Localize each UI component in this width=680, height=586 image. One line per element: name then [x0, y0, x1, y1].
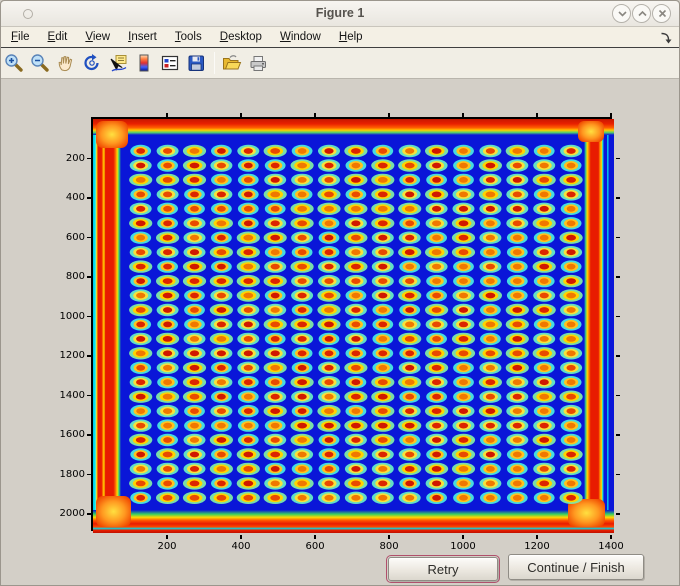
insert-legend-button[interactable] — [159, 50, 181, 76]
y-tick-label: 800 — [65, 271, 85, 283]
dock-figure-arrow-icon[interactable] — [659, 31, 672, 44]
x-tick-label: 1000 — [450, 541, 476, 552]
x-tick-bottom — [462, 535, 464, 539]
y-tick-label: 1400 — [59, 389, 85, 401]
retry-button[interactable]: Retry — [386, 555, 500, 583]
menu-tools[interactable]: Tools — [175, 31, 202, 43]
x-tick-bottom — [240, 535, 242, 539]
y-tick-label: 1800 — [59, 468, 85, 480]
y-tick-label: 1000 — [59, 310, 85, 322]
y-tick-right — [616, 513, 620, 515]
zoom-out-button[interactable] — [29, 50, 51, 76]
x-tick-bottom — [166, 535, 168, 539]
y-tick-left — [87, 197, 91, 199]
x-tick-top — [388, 113, 390, 117]
insert-colorbar-button[interactable] — [133, 50, 155, 76]
y-tick-label: 1600 — [59, 429, 85, 441]
toolbar — [1, 48, 679, 79]
toolbar-separator — [214, 52, 215, 74]
y-tick-left — [87, 434, 91, 436]
y-tick-right — [616, 276, 620, 278]
data-cursor-icon — [110, 55, 127, 72]
x-tick-label: 600 — [305, 541, 325, 552]
x-tick-label: 200 — [157, 541, 177, 552]
titlebar[interactable]: Figure 1 — [1, 1, 679, 27]
save-figure-button[interactable] — [185, 50, 207, 76]
y-tick-right — [616, 394, 620, 397]
close-button[interactable] — [652, 4, 671, 23]
menu-help[interactable]: Help — [339, 31, 363, 43]
microarray-image — [93, 119, 614, 533]
hand-pan-icon — [58, 56, 73, 72]
open-folder-icon — [223, 55, 242, 70]
x-tick-label: 800 — [379, 541, 399, 552]
y-tick-left — [87, 355, 91, 357]
printer-icon — [250, 56, 266, 71]
y-tick-label: 600 — [65, 231, 85, 243]
x-tick-label: 1200 — [524, 541, 550, 552]
open-file-button[interactable] — [221, 50, 243, 76]
y-tick-right — [616, 157, 620, 160]
plot-area[interactable] — [91, 117, 614, 533]
x-tick-top — [240, 113, 242, 117]
y-tick-left — [87, 473, 91, 476]
menubar: File Edit View Insert Tools Desktop Wind… — [1, 27, 679, 48]
y-tick-right — [616, 197, 620, 199]
y-tick-left — [87, 315, 91, 318]
zoom-out-icon — [31, 54, 49, 72]
x-tick-bottom — [610, 535, 612, 539]
close-icon — [658, 9, 667, 18]
chevron-down-icon — [618, 11, 627, 17]
minimize-button[interactable] — [612, 4, 631, 23]
x-tick-label: 1400 — [598, 541, 624, 552]
rotate-3d-icon — [84, 54, 99, 71]
y-tick-left — [87, 276, 91, 278]
legend-icon — [161, 55, 179, 71]
chevron-up-icon — [638, 10, 647, 17]
maximize-button[interactable] — [632, 4, 651, 23]
save-floppy-icon — [188, 55, 204, 71]
zoom-in-button[interactable] — [3, 50, 25, 76]
x-tick-top — [610, 113, 612, 117]
y-tick-label: 400 — [65, 192, 85, 204]
x-tick-top — [536, 113, 538, 117]
y-tick-right — [616, 473, 620, 476]
y-tick-left — [87, 513, 91, 515]
x-tick-bottom — [314, 535, 316, 539]
y-tick-right — [616, 434, 620, 436]
y-tick-right — [616, 355, 620, 357]
pan-button[interactable] — [55, 50, 77, 76]
x-tick-top — [462, 113, 464, 117]
y-tick-label: 1200 — [59, 350, 85, 362]
y-tick-left — [87, 394, 91, 397]
figure-window: Figure 1 File Edit View Insert Tools Des… — [0, 0, 680, 586]
print-figure-button[interactable] — [247, 50, 269, 76]
figure-canvas: 200 400 600 800 1000 1200 1400 200 400 600 800 1000… — [1, 79, 679, 585]
y-tick-left — [87, 236, 91, 239]
zoom-in-icon — [5, 54, 23, 72]
y-tick-label: 2000 — [59, 508, 85, 520]
x-tick-bottom — [388, 535, 390, 539]
y-tick-left — [87, 157, 91, 160]
menu-window[interactable]: Window — [280, 31, 321, 43]
window-title: Figure 1 — [315, 6, 365, 20]
y-tick-label: 200 — [65, 152, 85, 164]
menu-file[interactable]: File — [11, 31, 30, 43]
y-tick-right — [616, 236, 620, 239]
x-tick-bottom — [536, 535, 538, 539]
menu-desktop[interactable]: Desktop — [220, 31, 262, 43]
data-cursor-button[interactable] — [107, 50, 129, 76]
rotate-3d-button[interactable] — [81, 50, 103, 76]
x-tick-top — [166, 113, 168, 117]
menu-insert[interactable]: Insert — [128, 31, 157, 43]
y-tick-right — [616, 315, 620, 318]
colorbar-icon — [139, 54, 149, 72]
continue-finish-button[interactable]: Continue / Finish — [508, 554, 644, 580]
menu-view[interactable]: View — [85, 31, 110, 43]
x-tick-top — [314, 113, 316, 117]
menu-edit[interactable]: Edit — [48, 31, 68, 43]
x-tick-label: 400 — [231, 541, 251, 552]
